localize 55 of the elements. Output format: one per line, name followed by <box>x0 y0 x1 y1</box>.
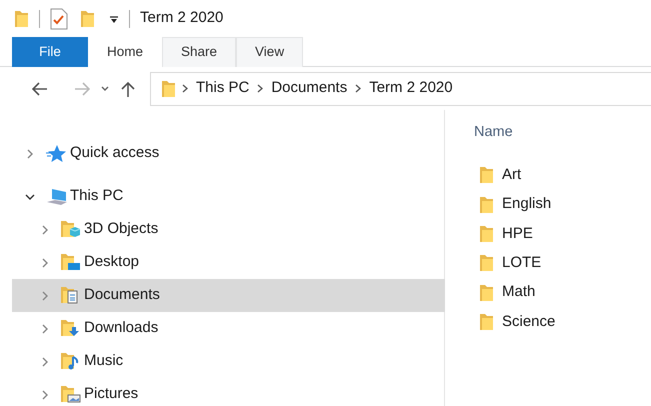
tree-item[interactable]: Pictures <box>84 383 138 406</box>
computer-icon <box>46 186 68 206</box>
cube-folder-icon <box>60 220 82 240</box>
checklist-icon[interactable] <box>50 8 68 30</box>
breadcrumb-item[interactable]: Term 2 2020 <box>367 77 455 100</box>
tree-item[interactable]: Music <box>84 350 124 373</box>
chevron-right-icon <box>42 258 48 268</box>
chevron-down-icon <box>25 194 35 200</box>
folder-name[interactable]: LOTE <box>502 252 542 275</box>
tree-item[interactable]: Desktop <box>84 251 140 274</box>
chevron-icon <box>355 84 362 93</box>
dropdown-icon[interactable] <box>109 14 119 24</box>
chevron-icon <box>257 84 264 93</box>
folder-name[interactable]: Science <box>502 310 556 334</box>
folder-icon <box>161 80 176 98</box>
tree-item[interactable]: This PC <box>70 185 124 208</box>
folder-icon <box>479 254 494 272</box>
caret-icon <box>101 86 109 91</box>
download-folder-icon <box>60 318 82 338</box>
breadcrumb-item[interactable]: Documents <box>269 77 350 100</box>
chevron-right-icon <box>42 290 48 300</box>
folder-name[interactable]: HPE <box>502 222 533 246</box>
folder-icon <box>479 196 494 214</box>
folder-name[interactable]: Art <box>502 164 522 187</box>
chevron-right-icon <box>27 148 33 158</box>
window-title: Term 2 2020 <box>140 8 224 28</box>
file-menu-button[interactable]: File <box>12 37 88 67</box>
ribbon-tab[interactable]: View <box>236 37 304 67</box>
chevron-right-icon <box>42 356 48 366</box>
breadcrumb-item[interactable]: This PC <box>194 77 252 100</box>
address-bar[interactable]: This PC Documents Term 2 2020 <box>150 72 651 106</box>
folder-icon <box>479 166 494 184</box>
picture-folder-icon <box>60 384 82 404</box>
forward-arrow-icon <box>74 82 90 96</box>
desktop-folder-icon <box>60 252 82 272</box>
ribbon-tab[interactable]: Share <box>162 37 236 67</box>
up-arrow-icon <box>121 80 135 96</box>
chevron-icon <box>182 84 188 93</box>
chevron-right-icon <box>42 390 48 400</box>
chevron-right-icon <box>42 324 48 334</box>
folder-icon[interactable] <box>80 10 95 28</box>
folder-name[interactable]: Math <box>502 281 536 304</box>
tree-item[interactable]: 3D Objects <box>84 218 158 241</box>
folder-icon <box>479 284 494 302</box>
column-header[interactable]: Name <box>474 122 556 161</box>
folder-icon <box>479 224 494 243</box>
tree-item[interactable]: Documents <box>84 284 160 307</box>
folder-icon[interactable] <box>14 10 29 28</box>
tree-item[interactable]: Downloads <box>84 317 158 340</box>
folder-name[interactable]: English <box>502 193 552 216</box>
back-arrow-icon <box>32 82 48 96</box>
star-icon <box>46 144 68 164</box>
chevron-right-icon <box>42 224 48 234</box>
folder-icon <box>479 312 494 331</box>
tree-item[interactable]: Quick access <box>70 142 160 165</box>
